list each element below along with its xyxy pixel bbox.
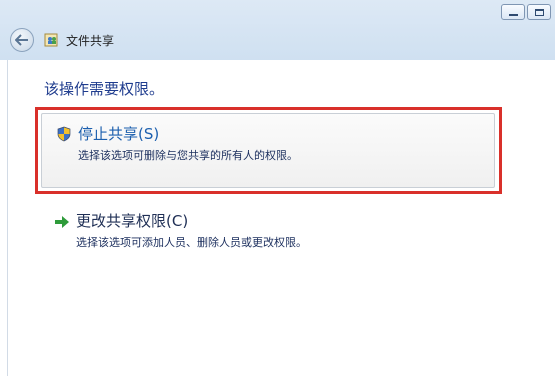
main-content: 该操作需要权限。 停止共享(S) 选择该选项可删除与您共享的所有人的权限。 更改… — [7, 60, 555, 376]
stop-sharing-description: 选择该选项可删除与您共享的所有人的权限。 — [78, 149, 298, 162]
back-button[interactable] — [10, 28, 34, 52]
change-permissions-option[interactable]: 更改共享权限(C) — [76, 210, 188, 231]
window-title: 文件共享 — [66, 33, 115, 48]
file-sharing-icon — [44, 33, 58, 47]
maximize-icon — [534, 8, 544, 16]
maximize-button[interactable] — [527, 4, 551, 20]
window-frame: 文件共享 — [0, 0, 555, 60]
uac-shield-icon — [57, 126, 71, 142]
minimize-button[interactable] — [501, 4, 525, 20]
green-arrow-icon — [55, 216, 69, 228]
minimize-icon — [508, 13, 518, 16]
title-bar: 文件共享 — [10, 28, 114, 52]
stop-sharing-title: 停止共享(S) — [78, 125, 160, 143]
window-controls — [501, 4, 551, 20]
change-permissions-description: 选择该选项可添加人员、删除人员或更改权限。 — [76, 236, 307, 249]
stop-sharing-option[interactable]: 停止共享(S) 选择该选项可删除与您共享的所有人的权限。 — [41, 113, 495, 188]
page-heading: 该操作需要权限。 — [44, 80, 165, 98]
back-arrow-icon — [15, 34, 28, 46]
